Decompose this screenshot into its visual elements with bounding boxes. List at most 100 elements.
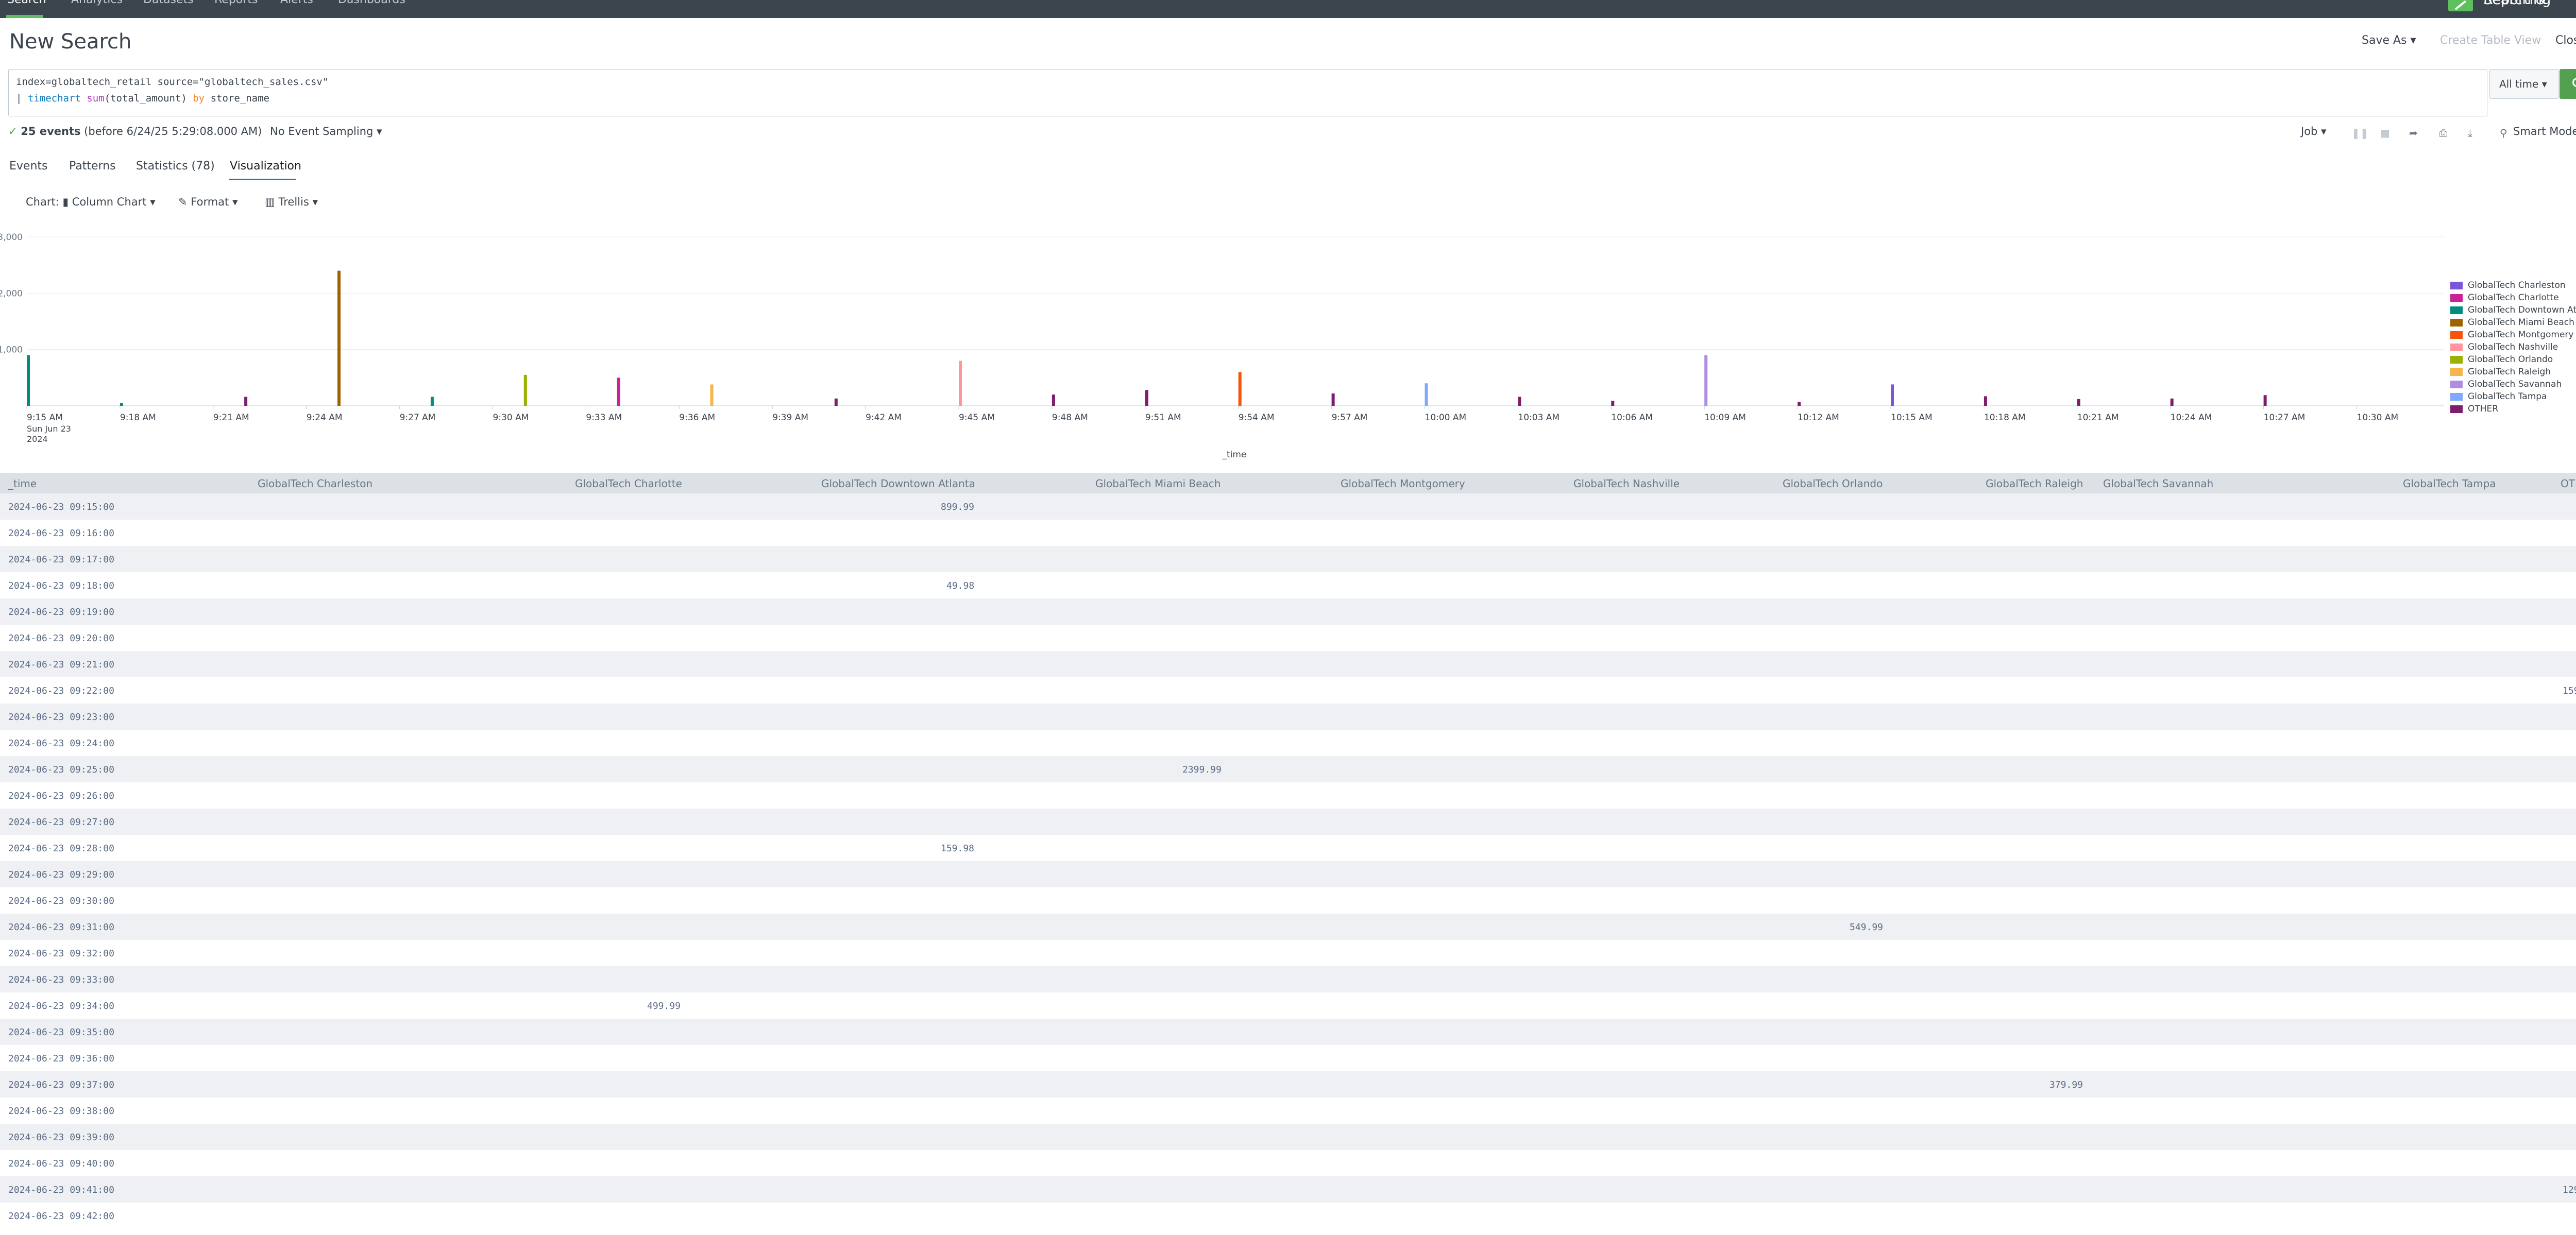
time-cell[interactable]: 2024-06-23 09:42:00 <box>8 1211 114 1222</box>
x-tick-label: 9:36 AM <box>679 413 715 423</box>
table-row: 2024-06-23 09:24:00 <box>0 730 2576 756</box>
x-tick-label: 10:09 AM <box>1704 413 1746 423</box>
close-button[interactable]: Close <box>2555 34 2576 47</box>
value-cell[interactable]: 899.99 <box>941 502 974 512</box>
tab-patterns[interactable]: Patterns <box>69 160 116 173</box>
tab-events[interactable]: Events <box>9 160 48 173</box>
chart-type-dropdown[interactable]: Chart: ▮ Column Chart ▾ <box>26 196 156 208</box>
time-cell[interactable]: 2024-06-23 09:30:00 <box>8 896 114 906</box>
column-header[interactable]: GlobalTech Miami Beach <box>1095 477 1221 490</box>
time-cell[interactable]: 2024-06-23 09:15:00 <box>8 502 114 512</box>
time-cell[interactable]: 2024-06-23 09:28:00 <box>8 843 114 854</box>
stop-icon[interactable]: ■ <box>2380 127 2390 139</box>
value-cell[interactable]: 499.99 <box>647 1001 681 1011</box>
time-cell[interactable]: 2024-06-23 09:27:00 <box>8 817 114 828</box>
value-cell[interactable]: 49.98 <box>946 580 974 591</box>
legend-swatch <box>2450 282 2463 289</box>
time-cell[interactable]: 2024-06-23 09:39:00 <box>8 1132 114 1143</box>
nav-datasets[interactable]: Datasets <box>143 0 194 18</box>
time-cell[interactable]: 2024-06-23 09:37:00 <box>8 1079 114 1090</box>
value-cell[interactable]: 159.99 <box>2563 685 2576 696</box>
legend-swatch <box>2450 393 2463 401</box>
x-tick-label: 10:03 AM <box>1518 413 1560 423</box>
time-cell[interactable]: 2024-06-23 09:21:00 <box>8 659 114 670</box>
y-tick-label: 1,000 <box>0 345 23 355</box>
search-query-editor[interactable]: index=globaltech_retail source="globalte… <box>8 69 2487 116</box>
column-header[interactable]: GlobalTech Raleigh <box>1986 477 2083 490</box>
export-icon[interactable]: ⤓ <box>2468 127 2472 139</box>
x-tick-label: 9:33 AM <box>586 413 622 423</box>
share-icon[interactable]: ➦ <box>2409 127 2418 139</box>
time-cell[interactable]: 2024-06-23 09:36:00 <box>8 1053 114 1064</box>
time-cell[interactable]: 2024-06-23 09:16:00 <box>8 528 114 539</box>
print-icon[interactable]: ⎙ <box>2439 127 2447 139</box>
legend-swatch <box>2450 294 2463 302</box>
search-field: store_name <box>210 93 269 104</box>
job-menu[interactable]: Job ▾ <box>2301 125 2327 138</box>
column-header[interactable]: GlobalTech Charlotte <box>575 477 682 490</box>
x-tick-label: 9:45 AM <box>959 413 995 423</box>
legend-label: GlobalTech Orlando <box>2468 354 2553 365</box>
value-cell[interactable]: 549.99 <box>1850 922 1883 933</box>
time-cell[interactable]: 2024-06-23 09:19:00 <box>8 607 114 618</box>
search-status: ✓ 25 events (before 6/24/25 5:29:08.000 … <box>8 125 262 138</box>
search-submit-button[interactable] <box>2560 69 2576 99</box>
value-cell[interactable]: 379.99 <box>2049 1079 2083 1090</box>
time-cell[interactable]: 2024-06-23 09:20:00 <box>8 633 114 644</box>
nav-analytics[interactable]: Analytics <box>71 0 123 18</box>
column-header[interactable]: GlobalTech Orlando <box>1783 477 1883 490</box>
time-cell[interactable]: 2024-06-23 09:40:00 <box>8 1158 114 1169</box>
time-cell[interactable]: 2024-06-23 09:24:00 <box>8 738 114 749</box>
time-cell[interactable]: 2024-06-23 09:32:00 <box>8 948 114 959</box>
column-header[interactable]: OTHER <box>2561 477 2576 490</box>
pause-icon[interactable]: ❚❚ <box>2351 127 2369 139</box>
table-row: 2024-06-23 09:18:00 49.98 <box>0 572 2576 598</box>
column-header[interactable]: GlobalTech Charleston <box>258 477 372 490</box>
time-cell[interactable]: 2024-06-23 09:41:00 <box>8 1185 114 1195</box>
column-header[interactable]: GlobalTech Nashville <box>1573 477 1680 490</box>
time-cell[interactable]: 2024-06-23 09:31:00 <box>8 922 114 933</box>
time-cell[interactable]: 2024-06-23 09:35:00 <box>8 1027 114 1038</box>
format-dropdown[interactable]: ✎ Format ▾ <box>178 196 238 208</box>
event-count[interactable]: 25 events <box>21 125 80 138</box>
value-cell[interactable]: 129.99 <box>2563 1185 2576 1195</box>
table-row: 2024-06-23 09:40:00 <box>0 1150 2576 1176</box>
save-as-button[interactable]: Save As ▾ <box>2362 34 2416 47</box>
column-header[interactable]: GlobalTech Tampa <box>2403 477 2496 490</box>
chart-bar <box>1145 390 1148 406</box>
time-cell[interactable]: 2024-06-23 09:25:00 <box>8 764 114 775</box>
time-cell[interactable]: 2024-06-23 09:29:00 <box>8 869 114 880</box>
create-table-view-button[interactable]: Create Table View <box>2440 34 2541 47</box>
time-range-picker[interactable]: All time ▾ <box>2489 69 2558 99</box>
tab-statistics[interactable]: Statistics (78) <box>136 160 215 173</box>
time-cell[interactable]: 2024-06-23 09:38:00 <box>8 1106 114 1117</box>
event-sampling-dropdown[interactable]: No Event Sampling ▾ <box>270 125 382 138</box>
search-args: (total_amount) <box>104 93 187 104</box>
search-icon <box>2572 78 2576 87</box>
search-mode-dropdown[interactable]: Smart Mode ▾ <box>2513 125 2576 138</box>
value-cell[interactable]: 2399.99 <box>1182 764 1222 775</box>
time-cell[interactable]: 2024-06-23 09:18:00 <box>8 580 114 591</box>
value-cell[interactable]: 159.98 <box>941 843 974 854</box>
tab-visualization[interactable]: Visualization <box>230 160 301 173</box>
time-cell[interactable]: 2024-06-23 09:34:00 <box>8 1001 114 1011</box>
time-cell[interactable]: 2024-06-23 09:22:00 <box>8 685 114 696</box>
chart-bar <box>959 361 962 406</box>
time-cell[interactable]: 2024-06-23 09:17:00 <box>8 554 114 565</box>
table-row: 2024-06-23 09:28:00 159.98 <box>0 835 2576 861</box>
column-header[interactable]: GlobalTech Downtown Atlanta <box>821 477 975 490</box>
app-title[interactable]: Search & Reporting <box>2483 0 2576 18</box>
status-check-icon: ✓ <box>8 125 18 138</box>
table-row: 2024-06-23 09:32:00 <box>0 940 2576 966</box>
column-header[interactable]: GlobalTech Montgomery <box>1341 477 1465 490</box>
time-cell[interactable]: 2024-06-23 09:23:00 <box>8 712 114 723</box>
nav-reports[interactable]: Reports <box>214 0 258 18</box>
time-cell[interactable]: 2024-06-23 09:33:00 <box>8 974 114 985</box>
trellis-dropdown[interactable]: ▥ Trellis ▾ <box>265 196 318 208</box>
column-header[interactable]: GlobalTech Savannah <box>2103 477 2213 490</box>
legend-label: GlobalTech Charleston <box>2468 280 2566 290</box>
column-header[interactable]: _time <box>8 477 37 490</box>
nav-dashboards[interactable]: Dashboards <box>338 0 405 18</box>
nav-alerts[interactable]: Alerts <box>280 0 313 18</box>
time-cell[interactable]: 2024-06-23 09:26:00 <box>8 791 114 801</box>
